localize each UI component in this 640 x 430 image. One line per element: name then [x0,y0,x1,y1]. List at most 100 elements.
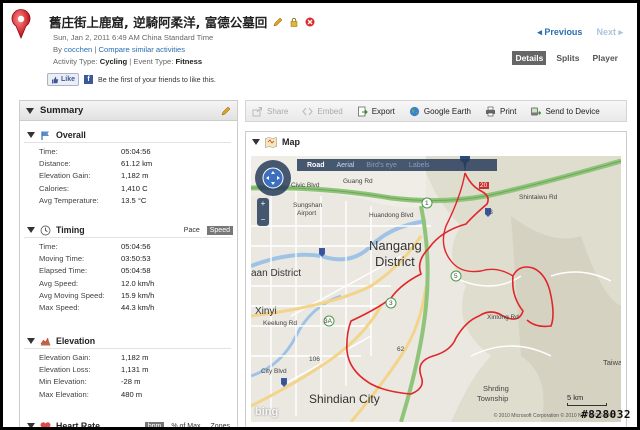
map-pin-icon [11,9,31,39]
scale-bar [567,403,607,406]
map-navigation-control[interactable]: + − [253,158,293,228]
elevation-title: Elevation [56,336,96,346]
activity-toolbar: Share Embed Export Google Earth Print Se… [245,100,627,122]
facebook-like-button[interactable]: Like [47,73,80,86]
previous-link[interactable]: ◂ Previous [537,27,582,38]
stat-value: 05:04:56 [121,241,151,251]
timing-header[interactable]: Timing Pace Speed [20,223,237,237]
stat-value: 1,410 C [121,183,148,193]
map-icon [265,136,277,148]
map-type-bar: Road Aerial Bird's eye Labels [297,159,497,171]
google-earth-button[interactable]: Google Earth [409,106,471,117]
map-scale: 5 km [567,393,607,406]
map-type-road[interactable]: Road [307,162,325,169]
thumbs-up-icon [52,76,59,83]
activity-type-value: Cycling [99,57,128,66]
elevation-section: Elevation Elevation Gain: 1,182 m Elevati… [20,334,237,400]
pace-toggle[interactable]: Pace [181,226,203,235]
tab-details[interactable]: Details [512,51,547,65]
stat-value: 480 m [121,389,143,399]
next-link[interactable]: Next ▸ [596,27,623,38]
tab-splits[interactable]: Splits [553,51,582,65]
bpm-toggle[interactable]: bpm [144,421,165,427]
route-map[interactable]: + − Road Aerial Bird's eye Labels Civic … [251,156,621,422]
delete-icon[interactable] [305,17,315,27]
summary-panel: Summary Overall Time: 05:04:56 Distance: 6… [19,100,238,430]
event-type-label: Event Type: [133,57,174,66]
map-label: Nangang [369,238,422,253]
scale-label: 5 km [567,393,584,402]
timing-rows: Time: 05:04:56 Moving Time: 03:50:53 Elaps… [24,237,231,314]
route-shield: 3A [324,318,332,325]
stat-label: Elevation Loss: [39,364,91,374]
bing-logo: bing [255,406,279,418]
stat-label: Max Elevation: [39,389,89,399]
compare-activities-link[interactable]: Compare similar activities [99,45,186,54]
map-label: Airport [297,210,317,217]
stat-row: Time: 05:04:56 [24,240,231,252]
stat-value: -28 m [121,377,141,387]
stat-label: Max Speed: [39,303,80,313]
edit-pencil-icon[interactable] [273,17,283,27]
collapse-triangle-icon[interactable] [252,139,260,145]
map-type-aerial[interactable]: Aerial [337,162,355,169]
embed-button[interactable]: Embed [302,106,343,117]
stat-row: Elevation Gain: 1,182 m [24,170,231,182]
stat-row: Elevation Loss: 1,131 m [24,363,231,375]
route-shield: 5 [454,273,458,280]
stat-value: 03:50:53 [121,253,151,263]
export-label: Export [371,106,395,116]
send-to-device-button[interactable]: Send to Device [530,106,600,117]
export-button[interactable]: Export [357,106,395,117]
elevation-header[interactable]: Elevation [20,334,237,348]
map-panel: Map + − Road Aerial Bird's eye Labels Ci… [245,131,627,427]
elevation-rows: Elevation Gain: 1,182 m Elevation Loss: 1,… [24,348,231,400]
collapse-triangle-icon[interactable] [27,227,35,233]
map-type-labels[interactable]: Labels [409,162,430,169]
edit-pencil-icon[interactable] [221,106,231,116]
elevation-icon [40,337,51,345]
globe-icon [409,106,419,116]
stat-label: Elevation Gain: [39,352,91,362]
map-label: City Blvd [261,368,287,375]
route-shield: 9 [282,379,286,386]
percent-max-toggle[interactable]: % of Max [168,422,203,428]
collapse-triangle-icon[interactable] [27,338,35,344]
overall-section: Overall Time: 05:04:56 Distance: 61.12 km … [20,128,237,206]
lock-icon[interactable] [289,17,299,27]
stat-value: 05:04:58 [121,266,151,276]
route-shield: 3 [389,300,393,307]
print-button[interactable]: Print [485,106,516,117]
share-button[interactable]: Share [252,106,288,117]
stat-value: 1,182 m [121,171,149,181]
activity-type-label: Activity Type: [53,57,98,66]
stat-value: 44.3 km/h [121,303,155,313]
heart-rate-toggle: bpm % of Max Zones [144,421,233,428]
collapse-triangle-icon[interactable] [27,132,35,138]
overall-header[interactable]: Overall [20,128,237,142]
title-row: 舊庄街上鹿窟, 逆騎阿柔洋, 富德公墓回 [49,12,315,31]
collapse-triangle-icon[interactable] [27,423,35,427]
speed-toggle[interactable]: Speed [206,225,233,235]
stat-row: Time: 05:04:56 [24,145,231,157]
heart-rate-header[interactable]: Heart Rate bpm % of Max Zones [20,419,237,430]
embed-label: Embed [317,106,343,116]
like-prompt-text: Be the first of your friends to like thi… [98,75,216,84]
stat-row: Max Speed: 44.3 km/h [24,301,231,313]
like-label: Like [61,76,76,83]
activity-title: 舊庄街上鹿窟, 逆騎阿柔洋, 富德公墓回 [49,15,268,30]
heart-rate-section: Heart Rate bpm % of Max Zones [20,419,237,430]
map-type-birds-eye[interactable]: Bird's eye [366,162,397,169]
embed-icon [302,107,314,115]
map-label: Shindian City [309,392,380,406]
stat-row: Elevation Gain: 1,182 m [24,351,231,363]
previous-label: Previous [544,27,583,37]
summary-header[interactable]: Summary [20,101,237,121]
zones-toggle[interactable]: Zones [208,422,233,428]
tab-player[interactable]: Player [589,51,621,65]
heart-rate-title: Heart Rate [56,421,101,430]
stat-value: 1,182 m [121,352,149,362]
map-header[interactable]: Map [246,132,626,152]
author-link[interactable]: cocchen [64,45,92,54]
collapse-triangle-icon[interactable] [26,107,34,114]
